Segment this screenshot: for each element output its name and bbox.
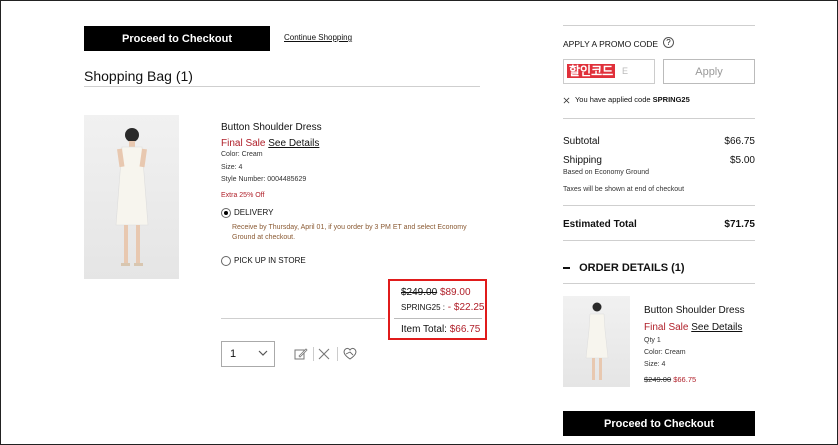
remove-code-x-icon[interactable]	[563, 97, 570, 104]
item-total-label: Item Total:	[401, 324, 447, 335]
original-price: $249.00	[401, 287, 438, 298]
delivery-radio[interactable]	[221, 208, 231, 218]
price-divider	[394, 318, 482, 319]
proceed-to-checkout-button-bottom[interactable]: Proceed to Checkout	[563, 411, 755, 436]
order-details-toggle[interactable]: ORDER DETAILS (1)	[563, 262, 685, 274]
sale-price: $89.00	[439, 287, 471, 298]
order-see-details-link[interactable]: See Details	[691, 322, 742, 333]
estimated-total-value: $71.75	[724, 219, 755, 230]
applied-code: SPRING25	[652, 95, 690, 104]
subtotal-label: Subtotal	[563, 136, 600, 147]
subtotal-value: $66.75	[724, 136, 755, 147]
applied-code-message: You have applied code SPRING25	[563, 95, 690, 104]
order-color: Color: Cream	[644, 349, 686, 356]
chevron-down-icon	[258, 350, 268, 356]
applied-prefix: You have applied code	[574, 95, 651, 104]
summary-divider-3	[563, 240, 755, 241]
promo-code-input[interactable]: 할인코드 E	[563, 59, 655, 84]
estimated-total-label: Estimated Total	[563, 219, 637, 230]
remove-x-icon[interactable]	[318, 348, 330, 360]
summary-top-divider	[563, 25, 755, 26]
apply-button[interactable]: Apply	[663, 59, 755, 84]
help-icon[interactable]: ?	[663, 37, 674, 48]
collapse-minus-icon	[563, 267, 570, 269]
promo-discount: - $22.25	[447, 302, 485, 313]
pickup-radio[interactable]	[221, 256, 231, 266]
summary-divider-1	[563, 118, 755, 119]
item-style-number: Style Number: 0004485629	[221, 176, 307, 183]
order-item-image[interactable]	[563, 296, 630, 387]
dress-figure-icon	[115, 128, 149, 266]
item-size: Size: 4	[221, 164, 243, 171]
delivery-label: DELIVERY	[234, 208, 274, 217]
order-sale-price: $66.75	[673, 375, 697, 384]
shipping-value: $5.00	[729, 155, 755, 166]
delivery-note: Receive by Thursday, April 01, if you or…	[232, 224, 467, 241]
order-original-price: $249.00	[644, 375, 672, 384]
applied-promo-code-label: SPRING25 :	[401, 303, 446, 312]
pickup-label: PICK UP IN STORE	[234, 256, 306, 265]
proceed-to-checkout-button-top[interactable]: Proceed to Checkout	[84, 26, 270, 51]
order-final-sale: Final Sale	[644, 322, 689, 333]
shipping-label: Shipping	[563, 155, 602, 166]
quantity-select[interactable]: 1	[221, 341, 275, 367]
final-sale-label: Final Sale	[221, 138, 266, 149]
continue-shopping-link[interactable]: Continue Shopping	[284, 33, 352, 42]
quantity-value: 1	[230, 348, 237, 360]
bag-divider	[84, 86, 480, 87]
order-size: Size: 4	[644, 361, 666, 368]
tax-note: Taxes will be shown at end of checkout	[563, 186, 685, 193]
promo-input-overlay: 할인코드	[567, 64, 616, 78]
item-name[interactable]: Button Shoulder Dress	[221, 122, 322, 133]
dress-thumbnail-icon	[585, 302, 609, 380]
action-divider	[313, 347, 314, 361]
bag-title: Shopping Bag (1)	[84, 68, 193, 84]
item-total-value: $66.75	[449, 324, 481, 335]
wishlist-heart-icon[interactable]	[342, 346, 358, 361]
action-divider-2	[337, 347, 338, 361]
promo-title: APPLY A PROMO CODE	[563, 39, 659, 49]
order-qty: Qty 1	[644, 337, 661, 344]
summary-divider-4	[563, 283, 755, 284]
item-divider	[221, 318, 385, 319]
shipping-method: Based on Economy Ground	[563, 169, 649, 176]
promo-note: Extra 25% Off	[221, 192, 265, 199]
see-details-link[interactable]: See Details	[268, 138, 319, 149]
order-details-title: ORDER DETAILS (1)	[579, 262, 685, 274]
product-image[interactable]	[84, 115, 179, 279]
edit-icon[interactable]	[294, 347, 308, 361]
promo-input-ghost-text: E	[622, 66, 629, 76]
item-color: Color: Cream	[221, 151, 263, 158]
summary-divider-2	[563, 205, 755, 206]
order-item-name: Button Shoulder Dress	[644, 305, 745, 316]
